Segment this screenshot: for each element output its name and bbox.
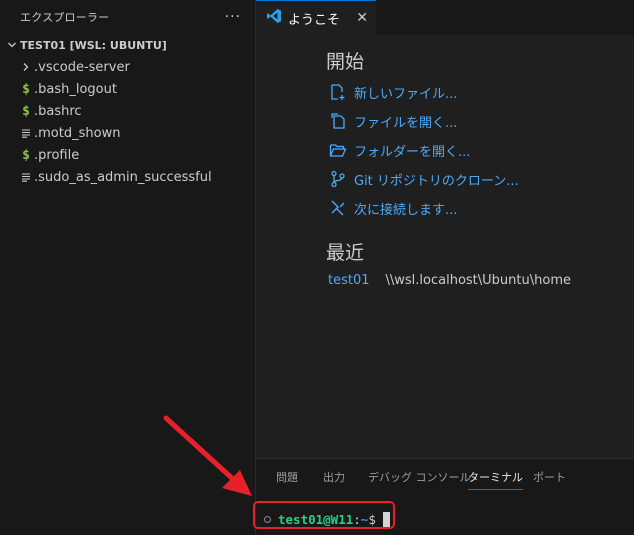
- remote-icon: [328, 198, 348, 218]
- dollar-icon: $: [22, 147, 30, 163]
- open-folder-icon: [328, 140, 348, 160]
- git-branch-icon: [328, 169, 348, 189]
- recent-folder-link[interactable]: test01: [328, 273, 370, 288]
- new-file-link[interactable]: 新しいファイル...: [328, 82, 457, 102]
- workspace-root[interactable]: TEST01 [WSL: UBUNTU]: [0, 34, 255, 56]
- tree-item-bashrc[interactable]: $ .bashrc: [0, 100, 255, 122]
- tab-debug-console[interactable]: デバッグ コンソール: [368, 469, 471, 489]
- tree-item-sudo-as-admin[interactable]: .sudo_as_admin_successful: [0, 166, 255, 188]
- vscode-logo-icon: [266, 8, 282, 28]
- recent-item: test01 \\wsl.localhost\Ubuntu\home: [328, 273, 571, 288]
- connect-to-link[interactable]: 次に接続します...: [328, 198, 457, 218]
- explorer-header: エクスプローラー ···: [0, 0, 255, 34]
- editor-tabbar: ようこそ ✕: [256, 0, 634, 35]
- dollar-icon: $: [22, 81, 30, 97]
- close-icon[interactable]: ✕: [356, 10, 368, 26]
- start-heading: 開始: [326, 51, 365, 73]
- recent-folder-path: \\wsl.localhost\Ubuntu\home: [385, 273, 571, 288]
- chevron-right-icon: [18, 59, 34, 75]
- recent-heading: 最近: [326, 242, 365, 264]
- workspace-name: TEST01 [WSL: UBUNTU]: [20, 38, 167, 52]
- welcome-page: 開始 新しいファイル... ファイルを開く... フォルダーを開く... Git…: [256, 35, 634, 458]
- tab-terminal[interactable]: ターミナル: [468, 469, 523, 490]
- tab-output[interactable]: 出力: [323, 469, 345, 489]
- tree-item-label: .vscode-server: [34, 59, 130, 75]
- annotation-arrow-icon: [163, 415, 252, 496]
- lines-icon: [18, 169, 34, 185]
- tab-ports[interactable]: ポート: [533, 469, 566, 489]
- chevron-down-icon: [4, 40, 20, 50]
- tree-item-motd-shown[interactable]: .motd_shown: [0, 122, 255, 144]
- open-folder-link[interactable]: フォルダーを開く...: [328, 140, 470, 160]
- tree-item-label: .sudo_as_admin_successful: [34, 169, 212, 185]
- tree-item-bash-logout[interactable]: $ .bash_logout: [0, 78, 255, 100]
- tree-item-vscode-server[interactable]: .vscode-server: [0, 56, 255, 78]
- new-file-icon: [328, 82, 348, 102]
- tree-item-label: .bashrc: [34, 103, 82, 119]
- open-folder-label: フォルダーを開く...: [354, 144, 471, 160]
- dollar-icon: $: [22, 103, 30, 119]
- open-file-link[interactable]: ファイルを開く...: [328, 111, 457, 131]
- connect-to-label: 次に接続します...: [354, 202, 458, 218]
- tree-item-label: .profile: [34, 147, 80, 163]
- annotation-highlight-box: [253, 501, 395, 529]
- explorer-title: エクスプローラー: [20, 11, 110, 24]
- vscode-window: エクスプローラー ··· TEST01 [WSL: UBUNTU] .vscod…: [0, 0, 634, 535]
- tab-problems[interactable]: 問題: [276, 469, 298, 489]
- panel-tabs: 問題 出力 デバッグ コンソール ターミナル ポート: [256, 459, 634, 495]
- tree-item-label: .motd_shown: [34, 125, 121, 141]
- tab-welcome[interactable]: ようこそ ✕: [256, 0, 376, 35]
- tree-item-profile[interactable]: $ .profile: [0, 144, 255, 166]
- tab-label: ようこそ: [288, 12, 341, 28]
- lines-icon: [18, 125, 34, 141]
- git-clone-link[interactable]: Git リポジトリのクローン...: [328, 169, 519, 189]
- more-actions-button[interactable]: ···: [225, 9, 241, 25]
- tree-item-label: .bash_logout: [34, 81, 117, 97]
- new-file-label: 新しいファイル...: [354, 86, 458, 102]
- open-file-icon: [328, 111, 348, 131]
- open-file-label: ファイルを開く...: [354, 115, 458, 131]
- git-clone-label: Git リポジトリのクローン...: [354, 173, 519, 189]
